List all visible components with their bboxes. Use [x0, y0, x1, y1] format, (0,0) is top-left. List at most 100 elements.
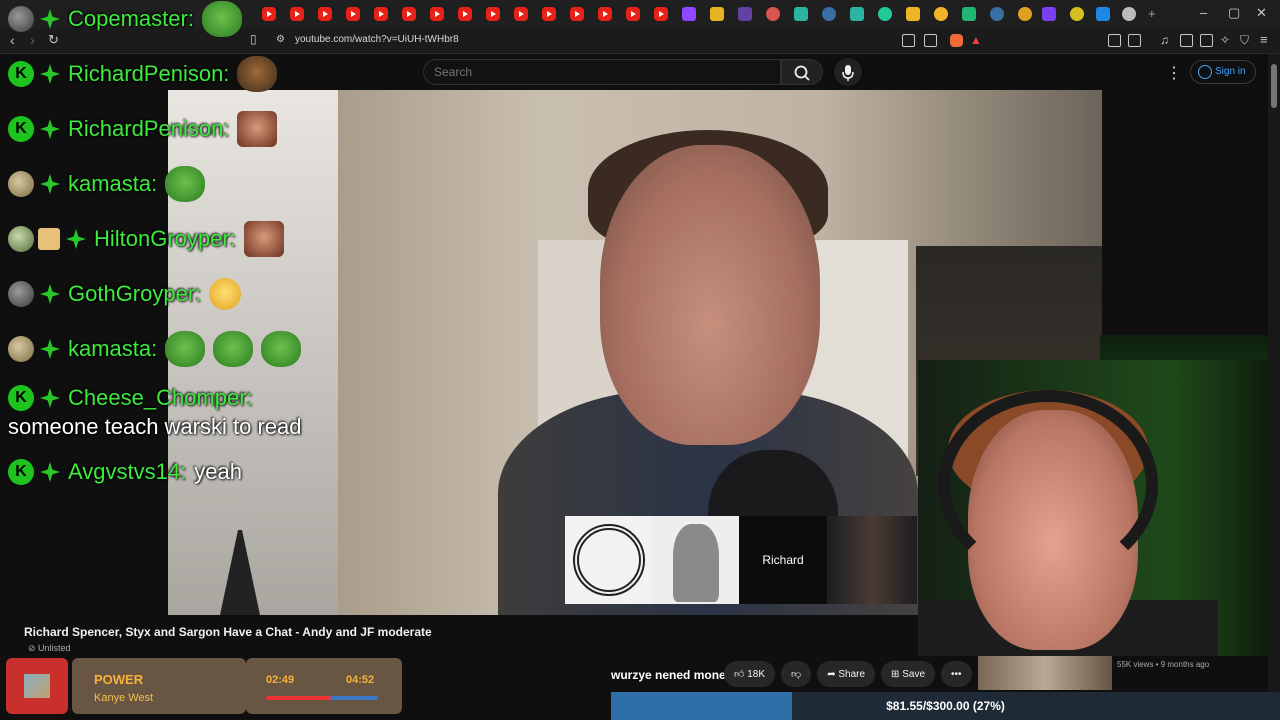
- song-title: POWER: [94, 672, 144, 687]
- tab-icon[interactable]: [962, 7, 976, 21]
- chat-message: HiltonGroyper:: [8, 221, 284, 257]
- save-button[interactable]: ⊞ Save: [881, 661, 936, 687]
- smile-emote-icon: [209, 278, 242, 310]
- thumbs-down-icon: 👎︎: [791, 669, 802, 680]
- recommended-video-meta: 55K views • 9 months ago: [1117, 660, 1210, 669]
- participant-strip: Richard: [565, 516, 917, 604]
- chat-username: GothGroyper:: [68, 281, 202, 306]
- chat-username: RichardPenison:: [68, 61, 230, 86]
- settings-menu-icon[interactable]: ⋮: [1166, 63, 1182, 83]
- voice-search-button[interactable]: [834, 58, 862, 86]
- tab-icon[interactable]: [1042, 7, 1056, 21]
- close-window-icon[interactable]: ✕: [1256, 5, 1267, 21]
- tab-icon[interactable]: [794, 7, 808, 21]
- face-emote-icon: [237, 111, 278, 147]
- new-tab-icon[interactable]: +: [1148, 6, 1156, 21]
- extension-icon[interactable]: [1128, 34, 1141, 47]
- participant-tile-name: Richard: [739, 516, 827, 604]
- participant-tile-bust: [651, 516, 739, 604]
- tab-icon[interactable]: [906, 7, 920, 21]
- song-progress: 02:49 04:52: [246, 658, 402, 714]
- tab-icon[interactable]: [1018, 7, 1032, 21]
- sign-in-label: Sign in: [1215, 66, 1246, 77]
- tts-alert-text: wurzye nened money: [611, 668, 733, 682]
- media-icon[interactable]: ♫: [1160, 33, 1169, 47]
- tab-icon[interactable]: [934, 7, 948, 21]
- recommended-video-thumbnail[interactable]: [978, 656, 1112, 690]
- like-button[interactable]: 👍︎ 18K: [724, 661, 776, 687]
- extensions-icon[interactable]: [1108, 34, 1121, 47]
- account-icon: [1198, 65, 1212, 79]
- tab-icon[interactable]: [850, 7, 864, 21]
- tab-icon[interactable]: [1122, 7, 1136, 21]
- minimize-icon[interactable]: –: [1200, 5, 1207, 20]
- tab-icon[interactable]: [822, 7, 836, 21]
- tab-icon[interactable]: [990, 7, 1004, 21]
- subscriber-badge-icon: [64, 227, 88, 251]
- rewards-icon[interactable]: ▲: [970, 33, 982, 47]
- youtube-tab-icon[interactable]: [570, 7, 584, 21]
- twitch-tab-icon[interactable]: [682, 7, 696, 21]
- youtube-tab-icon[interactable]: [346, 7, 360, 21]
- donation-goal-text: $81.55/$300.00 (27%): [886, 699, 1005, 713]
- brave-shield-icon[interactable]: [950, 34, 963, 47]
- sign-in-button[interactable]: Sign in: [1190, 60, 1256, 84]
- more-icon: •••: [951, 668, 962, 680]
- share-page-icon[interactable]: [924, 34, 937, 47]
- sidebar-icon[interactable]: [1180, 34, 1193, 47]
- now-playing-widget: POWER Kanye West 02:49 04:52: [6, 658, 402, 714]
- page-scrollbar[interactable]: [1268, 54, 1280, 692]
- chat-message: K RichardPenison:: [8, 56, 278, 92]
- dislike-button[interactable]: 👎︎: [781, 661, 812, 687]
- maximize-icon[interactable]: ▢: [1228, 5, 1240, 21]
- save-icon: ⊞: [891, 668, 900, 680]
- more-actions-button[interactable]: •••: [941, 661, 972, 687]
- youtube-tab-icon[interactable]: [598, 7, 612, 21]
- tab-icon[interactable]: [710, 7, 724, 21]
- youtube-tab-icon[interactable]: [430, 7, 444, 21]
- song-progress-track: [266, 696, 378, 700]
- unlisted-label: Unlisted: [38, 643, 71, 653]
- like-count: 18K: [747, 668, 766, 680]
- kick-badge-icon: K: [8, 61, 34, 87]
- search-button[interactable]: [781, 59, 823, 85]
- vpn-shield-icon[interactable]: ⛉: [1240, 33, 1249, 48]
- tab-icon[interactable]: [766, 7, 780, 21]
- gift-badge-icon: [38, 228, 60, 250]
- video-actions: 👍︎ 18K 👎︎ ➦ Share ⊞ Save •••: [724, 660, 972, 688]
- subscriber-badge-icon: [38, 7, 62, 31]
- youtube-tab-icon[interactable]: [374, 7, 388, 21]
- subscriber-badge-icon: [38, 460, 62, 484]
- scrollbar-thumb[interactable]: [1271, 64, 1277, 108]
- youtube-tab-icon[interactable]: [514, 7, 528, 21]
- chat-message: GothGroyper:: [8, 276, 242, 312]
- unlisted-badge: ⊘ Unlisted: [28, 643, 71, 654]
- donation-goal-bar: $81.55/$300.00 (27%): [611, 692, 1280, 720]
- unlisted-icon: ⊘: [28, 643, 39, 653]
- youtube-tab-icon[interactable]: [458, 7, 472, 21]
- youtube-tab-icon[interactable]: [626, 7, 640, 21]
- youtube-tab-icon[interactable]: [402, 7, 416, 21]
- tab-icon[interactable]: [878, 7, 892, 21]
- leo-ai-icon[interactable]: ✧: [1220, 33, 1230, 47]
- screen-cast-icon[interactable]: [902, 34, 915, 47]
- search-input[interactable]: [434, 65, 764, 79]
- frog-emote-icon: [261, 331, 302, 367]
- participant-tile-camera: [827, 516, 917, 604]
- tab-icon[interactable]: [1096, 7, 1110, 21]
- user-avatar-icon: [8, 6, 34, 32]
- subscriber-badge-icon: [38, 282, 62, 306]
- frog-emote-icon: [213, 331, 254, 367]
- chat-message: kamasta:: [8, 166, 206, 202]
- chat-message: K Cheese_Chomper:: [8, 380, 253, 416]
- share-button[interactable]: ➦ Share: [817, 661, 876, 687]
- chat-username: Avgvstvs14:: [68, 459, 187, 484]
- frog-emote-icon: [237, 56, 278, 92]
- kick-tab-icon[interactable]: [738, 7, 752, 21]
- youtube-tab-icon[interactable]: [654, 7, 668, 21]
- wallet-icon[interactable]: [1200, 34, 1213, 47]
- youtube-tab-icon[interactable]: [542, 7, 556, 21]
- menu-icon[interactable]: ≡: [1260, 32, 1268, 47]
- tab-icon[interactable]: [1070, 7, 1084, 21]
- youtube-tab-icon[interactable]: [486, 7, 500, 21]
